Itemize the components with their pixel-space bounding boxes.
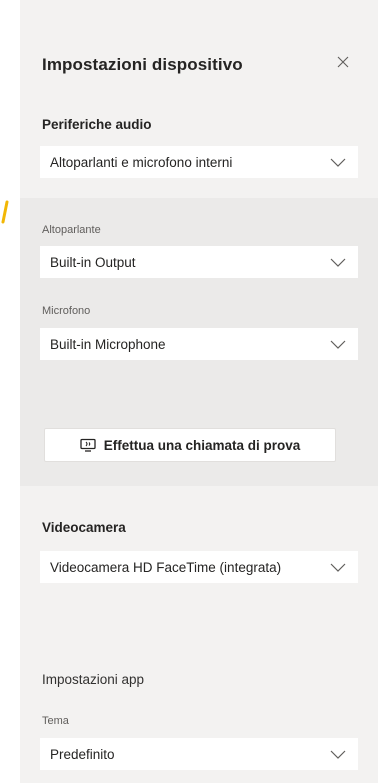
annotation-mark [1,200,9,224]
chevron-down-icon [330,258,346,267]
microphone-label: Microfono [42,305,91,317]
speaker-label: Altoparlante [42,224,101,236]
panel-title: Impostazioni dispositivo [42,55,243,74]
close-icon [337,56,349,68]
camera-select[interactable]: Videocamera HD FaceTime (integrata) [40,551,358,583]
test-call-button[interactable]: Effettua una chiamata di prova [44,428,336,462]
audio-device-select[interactable]: Altoparlanti e microfono interni [40,146,358,178]
speaker-select[interactable]: Built-in Output [40,246,358,278]
theme-select[interactable]: Predefinito [40,738,358,770]
close-button[interactable] [332,51,354,73]
chevron-down-icon [330,158,346,167]
test-call-label: Effettua una chiamata di prova [103,437,301,453]
test-call-icon [80,438,96,452]
page: Impostazioni dispositivo Periferiche aud… [0,0,381,783]
speaker-value: Built-in Output [50,254,136,270]
microphone-select[interactable]: Built-in Microphone [40,328,358,360]
chevron-down-icon [330,340,346,349]
theme-label: Tema [42,715,69,727]
device-settings-panel: Impostazioni dispositivo Periferiche aud… [20,0,378,783]
audio-device-value: Altoparlanti e microfono interni [50,154,233,170]
camera-section-label: Videocamera [42,520,126,535]
app-settings-label: Impostazioni app [42,672,145,687]
audio-section-label: Periferiche audio [42,117,152,132]
microphone-value: Built-in Microphone [50,336,166,352]
chevron-down-icon [330,750,346,759]
camera-value: Videocamera HD FaceTime (integrata) [50,559,282,575]
chevron-down-icon [330,563,346,572]
theme-value: Predefinito [50,746,115,762]
